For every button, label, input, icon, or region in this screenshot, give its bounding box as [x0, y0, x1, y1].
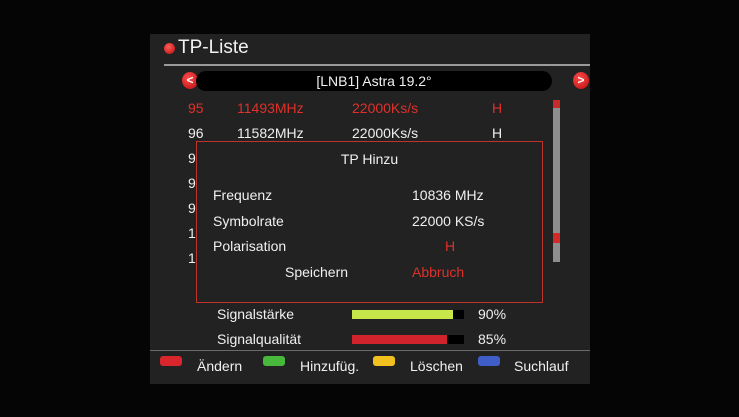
tp-number: 9	[188, 150, 196, 166]
page-title: TP-Liste	[178, 37, 249, 58]
transponder-row[interactable]: 95 11493MHz 22000Ks/s H	[188, 98, 548, 123]
signal-quality-label: Signalqualität	[217, 331, 302, 347]
signal-strength-value: 90%	[478, 306, 507, 322]
green-key-icon[interactable]	[263, 356, 285, 366]
next-satellite-arrow-icon[interactable]: >	[573, 72, 589, 89]
signal-quality-bar	[352, 335, 464, 344]
list-scrollbar[interactable]	[553, 100, 560, 262]
scrollbar-top-marker	[553, 100, 560, 108]
tp-symbolrate: 22000Ks/s	[352, 100, 419, 116]
signal-quality-value: 85%	[478, 331, 507, 347]
satellite-name-field[interactable]: [LNB1] Astra 19.2°	[196, 71, 552, 91]
satellite-name: [LNB1] Astra 19.2°	[316, 73, 432, 89]
polarisation-label: Polarisation	[213, 238, 287, 254]
tp-number: 1	[188, 225, 196, 241]
signal-quality-fill	[352, 335, 447, 344]
tv-screen: TP-Liste < [LNB1] Astra 19.2° > 95 11493…	[0, 0, 739, 417]
scrollbar-thumb[interactable]	[553, 233, 560, 243]
frequency-field[interactable]: 10836 MHz	[412, 187, 484, 203]
frequency-label: Frequenz	[213, 187, 273, 203]
tp-frequency: 11582MHz	[237, 125, 304, 141]
color-key-bar: Ändern Hinzufüg. Löschen Suchlauf	[150, 350, 590, 380]
dialog-title: TP Hinzu	[340, 151, 399, 167]
add-key-label[interactable]: Hinzufüg.	[300, 358, 359, 374]
tp-polarisation: H	[492, 100, 503, 116]
red-key-icon[interactable]	[160, 356, 182, 366]
header-divider	[164, 64, 590, 66]
tp-list-panel: TP-Liste < [LNB1] Astra 19.2° > 95 11493…	[150, 34, 590, 384]
tp-symbolrate: 22000Ks/s	[352, 125, 419, 141]
tp-number: 95	[188, 100, 204, 116]
tp-number: 9	[188, 200, 196, 216]
delete-key-label[interactable]: Löschen	[410, 358, 463, 374]
polarisation-field[interactable]: H	[445, 238, 455, 254]
tp-frequency: 11493MHz	[237, 100, 304, 116]
tp-number: 1	[188, 250, 196, 266]
yellow-key-icon[interactable]	[373, 356, 395, 366]
cancel-button[interactable]: Abbruch	[412, 264, 464, 280]
satellite-selector[interactable]: < [LNB1] Astra 19.2° >	[182, 71, 589, 91]
edit-key-label[interactable]: Ändern	[197, 358, 242, 374]
signal-strength-fill	[352, 310, 453, 319]
scan-key-label[interactable]: Suchlauf	[514, 358, 568, 374]
blue-key-icon[interactable]	[478, 356, 500, 366]
header: TP-Liste	[150, 34, 590, 64]
signal-strength-bar	[352, 310, 464, 319]
tp-polarisation: H	[492, 125, 503, 141]
add-tp-dialog: TP Hinzu Frequenz 10836 MHz Symbolrate 2…	[196, 141, 543, 303]
tp-number: 9	[188, 175, 196, 191]
footer-divider	[150, 350, 590, 351]
tp-number: 96	[188, 125, 204, 141]
save-button[interactable]: Speichern	[285, 264, 348, 280]
symbolrate-label: Symbolrate	[213, 213, 284, 229]
title-bullet-icon	[164, 43, 175, 54]
signal-strength-label: Signalstärke	[217, 306, 295, 322]
symbolrate-field[interactable]: 22000 KS/s	[412, 213, 484, 229]
